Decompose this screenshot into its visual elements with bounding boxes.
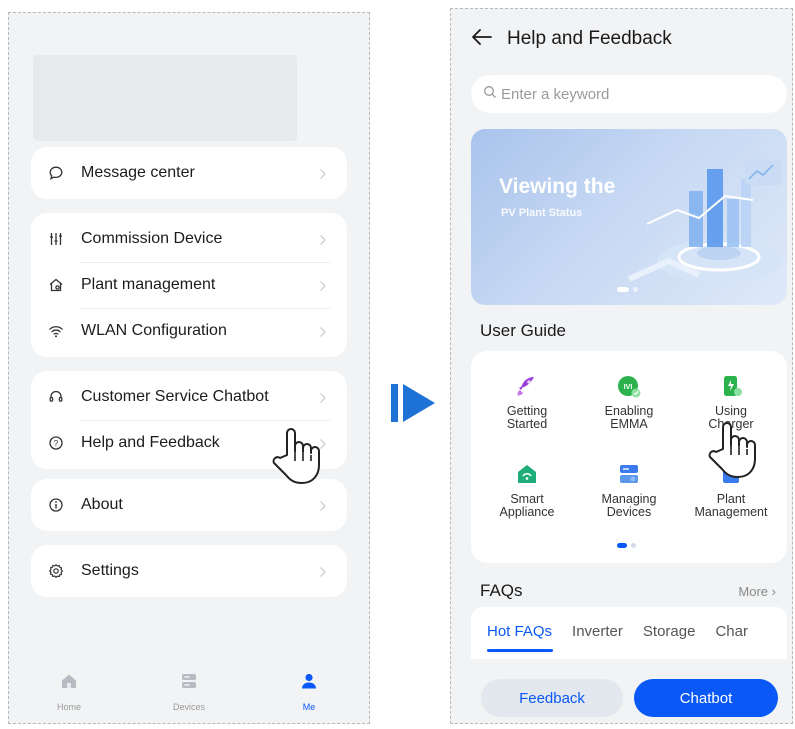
- chevron-right-icon: [319, 279, 329, 291]
- banner-subtitle: PV Plant Status: [501, 207, 583, 219]
- smart-home-icon: [518, 465, 536, 483]
- menu-group-settings: Settings: [31, 545, 347, 597]
- faqs-title: FAQs: [480, 581, 523, 600]
- guide-item-enabling-emma[interactable]: IVI Enabling EMMA: [579, 373, 679, 431]
- menu-label: Settings: [81, 562, 139, 579]
- arrow-right-icon: [391, 384, 435, 422]
- info-icon: [47, 496, 65, 514]
- charger-icon: [724, 376, 742, 396]
- menu-label: Help and Feedback: [81, 434, 220, 451]
- nav-label: Me: [302, 701, 316, 712]
- nav-item-home[interactable]: Home: [9, 659, 129, 723]
- hand-pointer-icon: [272, 428, 320, 484]
- guide-item-label: Managing Devices: [601, 492, 657, 519]
- guide-item-label: Getting Started: [506, 404, 548, 431]
- page-title: Help and Feedback: [507, 28, 672, 49]
- chevron-right-icon: [319, 325, 329, 337]
- chevron-right-icon: [319, 391, 329, 403]
- search-icon: [483, 85, 501, 104]
- chevron-right-icon: [319, 499, 329, 511]
- hand-pointer-icon: [708, 422, 756, 478]
- chevron-right-icon: [319, 167, 329, 179]
- gear-icon: [47, 562, 65, 580]
- server-icon: [620, 465, 638, 483]
- banner-title: Viewing the: [499, 175, 616, 198]
- menu-item-customer-service-chatbot[interactable]: Customer Service Chatbot: [31, 374, 347, 420]
- chatbot-button[interactable]: Chatbot: [634, 679, 778, 717]
- guide-item-label: Smart Appliance: [499, 492, 555, 519]
- tab-inverter[interactable]: Inverter: [572, 623, 623, 640]
- faqs-more-label: More: [738, 584, 769, 599]
- emma-icon: IVI: [618, 376, 641, 398]
- wifi-icon: [47, 322, 65, 340]
- nav-item-devices[interactable]: Devices: [129, 659, 249, 723]
- menu-item-message-center[interactable]: Message center: [31, 147, 347, 199]
- header: Help and Feedback: [471, 19, 672, 59]
- chevron-right-icon: ›: [768, 584, 776, 599]
- menu-item-wlan-configuration[interactable]: WLAN Configuration: [31, 308, 347, 354]
- search-bar[interactable]: [471, 75, 787, 113]
- help-icon: ?: [47, 434, 65, 452]
- chevron-right-icon: [319, 565, 329, 577]
- person-icon: [299, 671, 319, 696]
- faqs-more-link[interactable]: More ›: [738, 584, 776, 599]
- menu-item-plant-management[interactable]: Plant management: [31, 262, 347, 308]
- guide-item-managing-devices[interactable]: Managing Devices: [579, 461, 679, 519]
- active-tab-indicator: [487, 649, 553, 652]
- search-input[interactable]: [501, 85, 761, 103]
- back-arrow-icon[interactable]: [471, 28, 493, 51]
- profile-card-placeholder[interactable]: [33, 55, 297, 141]
- nav-label: Home: [56, 701, 81, 712]
- sliders-icon: [47, 230, 65, 248]
- headset-icon: [47, 388, 65, 406]
- tab-hot-faqs[interactable]: Hot FAQs: [487, 623, 552, 640]
- menu-label: WLAN Configuration: [81, 322, 227, 339]
- menu-label: Commission Device: [81, 230, 223, 247]
- banner-illustration: [627, 159, 781, 283]
- rocket-icon: [517, 377, 534, 396]
- guide-item-smart-appliance[interactable]: Smart Appliance: [477, 461, 577, 519]
- menu-label: Customer Service Chatbot: [81, 388, 269, 405]
- svg-text:?: ?: [54, 439, 59, 448]
- user-guide-title: User Guide: [480, 321, 566, 340]
- menu-label: Message center: [81, 164, 195, 181]
- svg-text:IVI: IVI: [624, 384, 633, 391]
- chevron-right-icon: [319, 233, 329, 245]
- feedback-button[interactable]: Feedback: [481, 679, 623, 717]
- banner-page-indicator: [617, 287, 638, 292]
- menu-group-messages: Message center: [31, 147, 347, 199]
- message-icon: [47, 164, 65, 182]
- banner-carousel[interactable]: Viewing the PV Plant Status: [471, 129, 787, 305]
- help-feedback-screen: Help and Feedback Viewing the PV Plant S…: [450, 8, 793, 724]
- menu-label: Plant management: [81, 276, 216, 293]
- guide-item-getting-started[interactable]: Getting Started: [477, 373, 577, 431]
- plant-home-icon: [47, 276, 65, 294]
- guide-item-label: Enabling EMMA: [604, 404, 654, 431]
- me-screen: Message center Commission Device Plant m…: [8, 12, 370, 724]
- nav-item-me[interactable]: Me: [249, 659, 369, 723]
- bottom-nav: Home Devices Me: [9, 659, 369, 723]
- devices-icon: [179, 671, 199, 696]
- menu-item-settings[interactable]: Settings: [31, 545, 347, 597]
- tab-storage[interactable]: Storage: [643, 623, 696, 640]
- menu-label: About: [81, 496, 123, 513]
- guide-item-label: Plant Management: [694, 492, 768, 519]
- home-icon: [59, 671, 79, 696]
- guide-page-indicator: [617, 543, 636, 548]
- nav-label: Devices: [172, 701, 205, 712]
- menu-item-commission-device[interactable]: Commission Device: [31, 216, 347, 262]
- menu-group-device: Commission Device Plant management WLAN …: [31, 213, 347, 357]
- tab-charger[interactable]: Char: [715, 623, 748, 640]
- faq-tab-bar: Hot FAQs Inverter Storage Char: [471, 607, 787, 659]
